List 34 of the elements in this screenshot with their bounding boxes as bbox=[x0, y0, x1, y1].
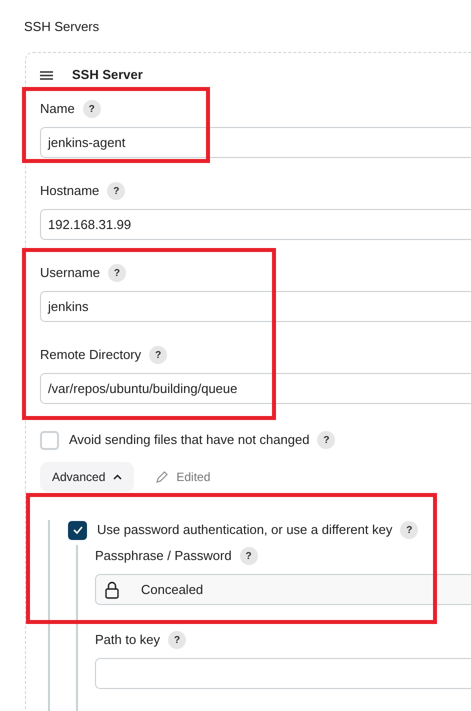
field-label: Path to key bbox=[95, 631, 160, 650]
drag-handle-icon[interactable] bbox=[40, 70, 53, 80]
pencil-icon bbox=[156, 471, 168, 483]
help-icon[interactable]: ? bbox=[107, 182, 126, 200]
advanced-button[interactable]: Advanced bbox=[40, 462, 134, 492]
help-icon[interactable]: ? bbox=[108, 264, 126, 282]
checkbox-label: Use password authentication, or use a different key bbox=[97, 521, 392, 540]
card-title: SSH Server bbox=[72, 66, 143, 84]
help-icon[interactable]: ? bbox=[82, 100, 101, 118]
help-icon[interactable]: ? bbox=[317, 431, 336, 449]
field-label: Name bbox=[40, 100, 75, 118]
checkmark-icon bbox=[72, 526, 82, 534]
help-icon[interactable]: ? bbox=[240, 547, 258, 565]
checkbox-label: Avoid sending files that have not changed bbox=[69, 431, 310, 450]
text-field[interactable] bbox=[95, 658, 471, 689]
text-field[interactable]: jenkins bbox=[40, 291, 471, 322]
help-icon[interactable]: ? bbox=[400, 521, 418, 539]
checkbox[interactable] bbox=[68, 520, 87, 540]
password-value: Concealed bbox=[141, 580, 204, 599]
help-icon[interactable]: ? bbox=[149, 346, 168, 364]
password-field[interactable]: Concealed bbox=[95, 574, 471, 605]
chevron-icon bbox=[113, 474, 122, 480]
checkbox[interactable] bbox=[40, 430, 59, 450]
edited-label: Edited bbox=[176, 469, 210, 486]
field-label: Passphrase / Password bbox=[95, 547, 232, 566]
text-field[interactable]: 192.168.31.99 bbox=[40, 209, 471, 240]
field-label: Hostname bbox=[40, 182, 100, 200]
help-icon[interactable]: ? bbox=[168, 631, 186, 649]
field-label: Remote Directory bbox=[40, 346, 142, 364]
lock-icon bbox=[105, 580, 119, 598]
text-field[interactable]: /var/repos/ubuntu/building/queue bbox=[40, 373, 471, 404]
section-title: SSH Servers bbox=[24, 18, 100, 36]
field-label: Username bbox=[40, 264, 100, 282]
text-field[interactable]: jenkins-agent bbox=[40, 127, 471, 158]
